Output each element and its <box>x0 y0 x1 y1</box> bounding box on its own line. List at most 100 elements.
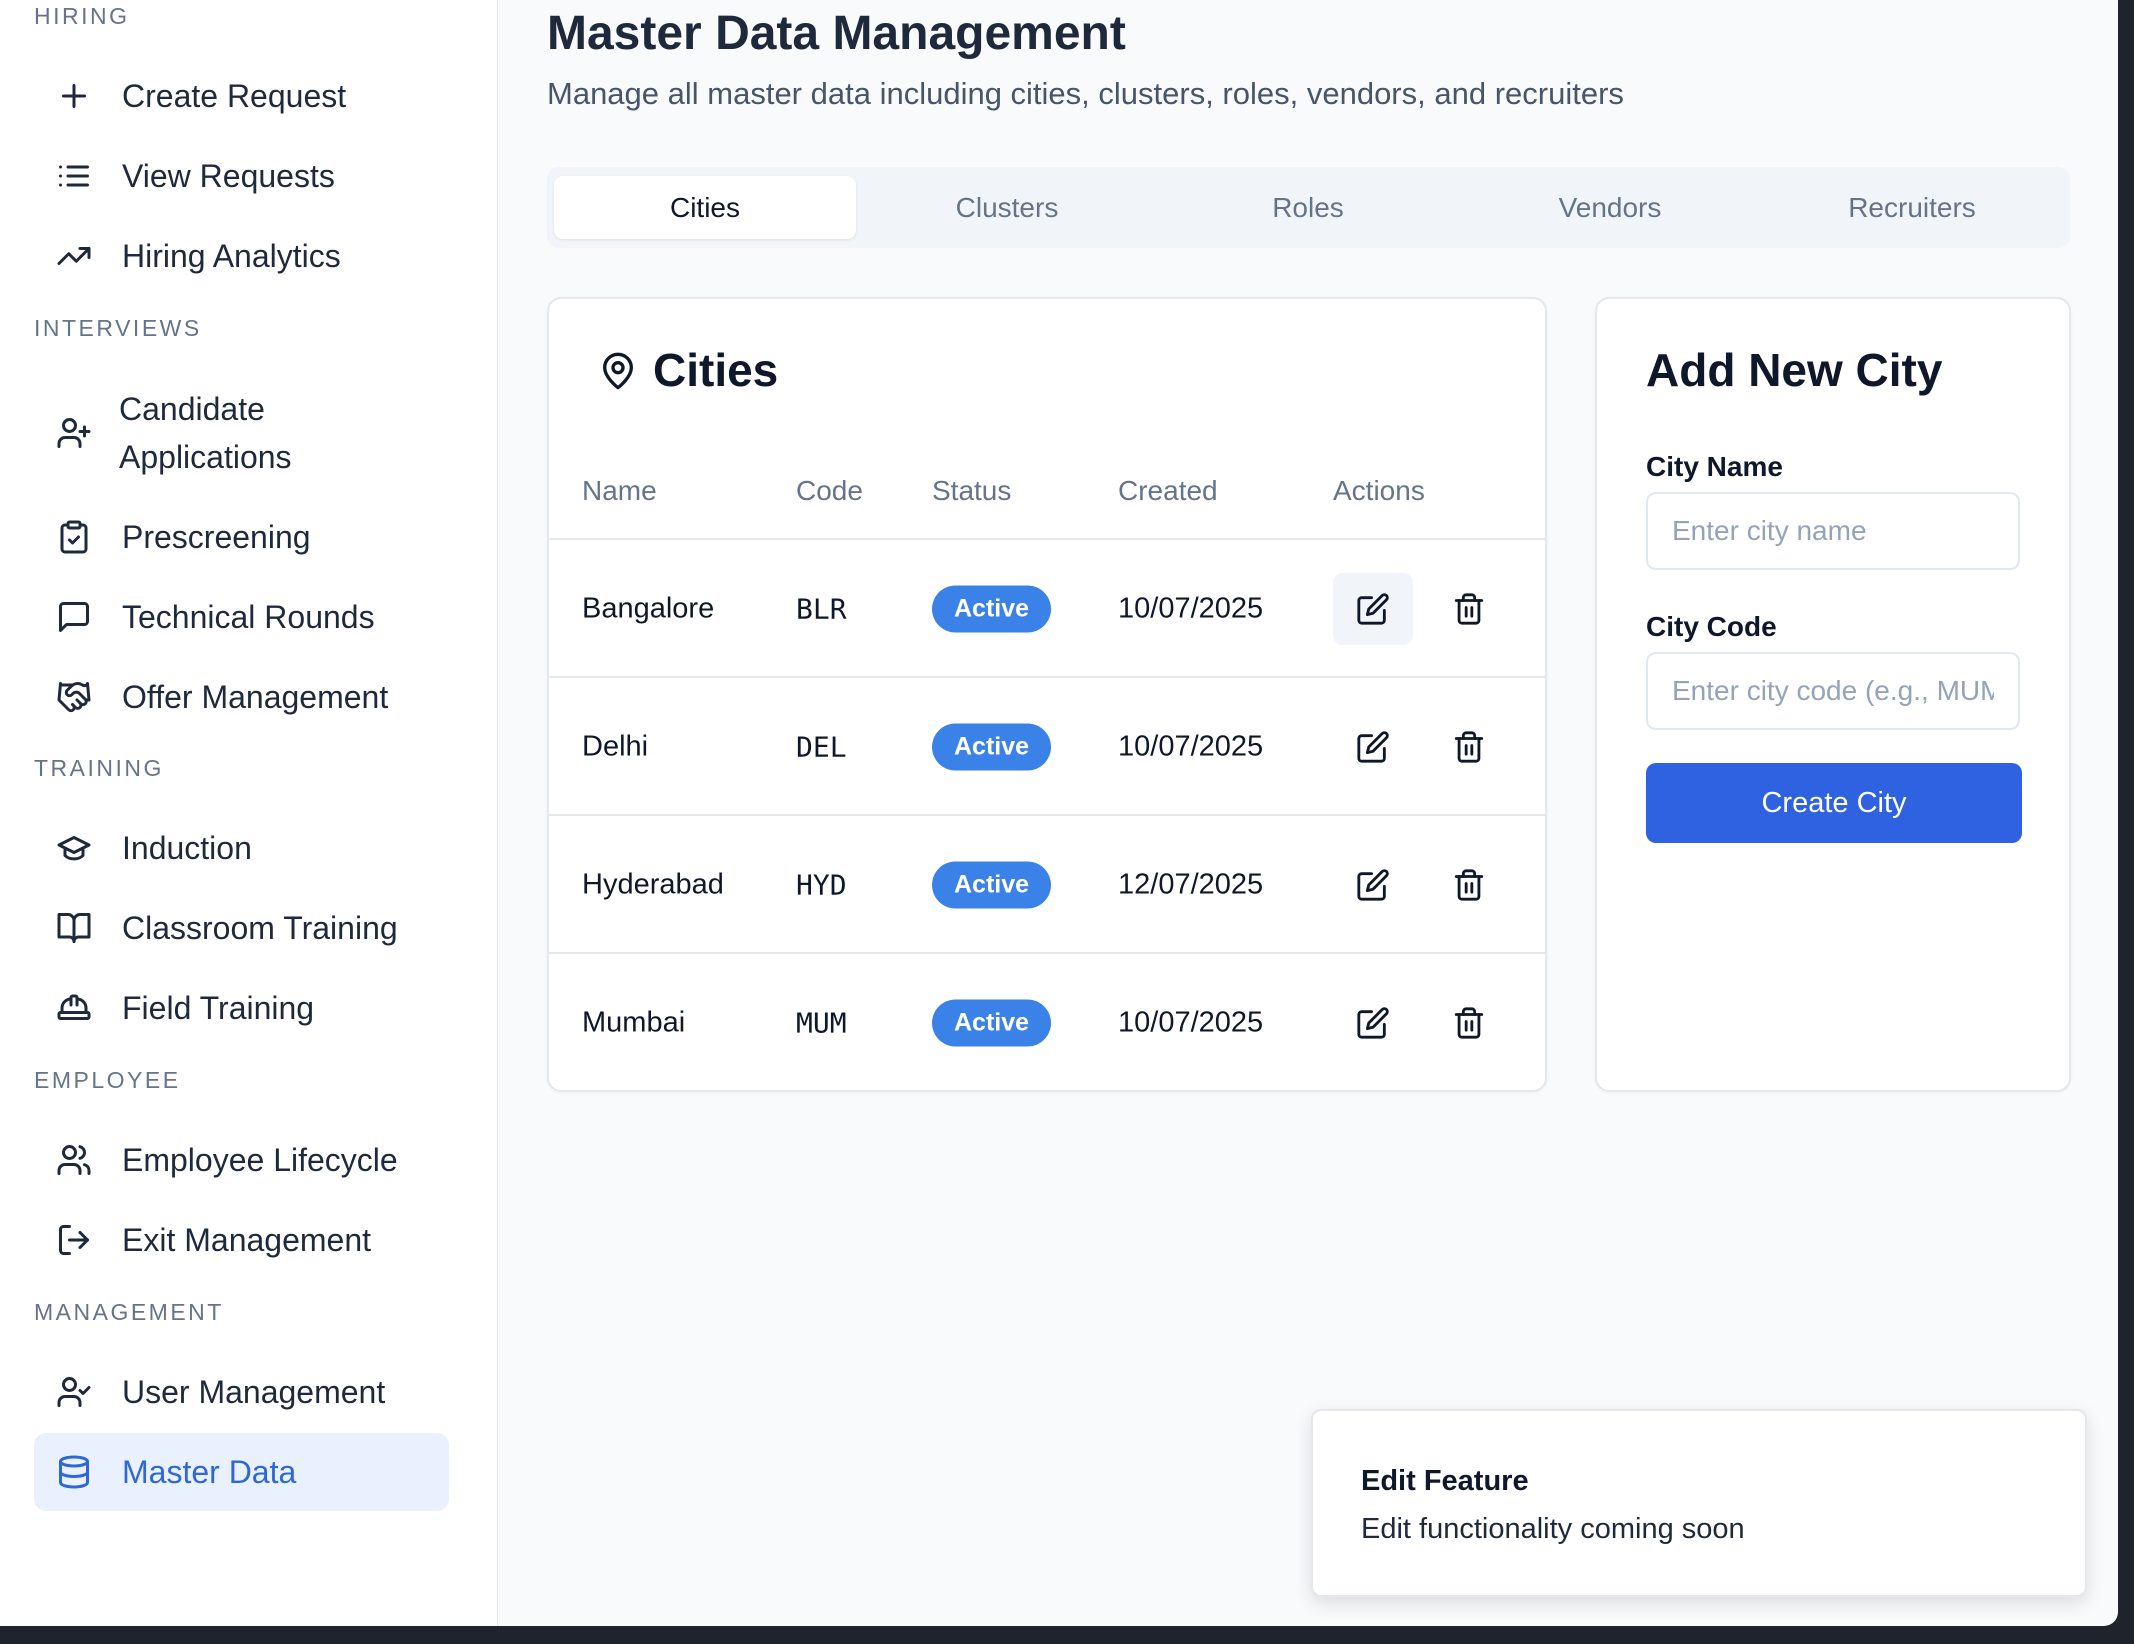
hard-hat-icon <box>56 990 92 1026</box>
sidebar-item-induction[interactable]: Induction <box>34 809 449 887</box>
status-badge: Active <box>932 585 1052 633</box>
city-name: Mumbai <box>582 1006 686 1039</box>
section-title-hiring: HIRING <box>34 3 130 29</box>
trending-up-icon <box>56 238 92 274</box>
edit-icon <box>1357 593 1389 625</box>
handshake-icon <box>56 679 92 715</box>
status-badge: Active <box>932 861 1052 909</box>
edit-button[interactable] <box>1333 987 1413 1059</box>
city-name-input[interactable] <box>1646 492 2020 570</box>
sidebar: HIRING Create Request View Requests Hiri… <box>0 0 498 1626</box>
tab-recruiters[interactable]: Recruiters <box>1761 176 2063 239</box>
users-icon <box>56 1142 92 1178</box>
cities-card: Cities Name Code Status Created Actions … <box>547 297 1547 1092</box>
sidebar-item-label: Offer Management <box>122 679 389 715</box>
sidebar-item-hiring-analytics[interactable]: Hiring Analytics <box>34 217 449 295</box>
sidebar-item-label: Prescreening <box>122 519 311 555</box>
delete-button[interactable] <box>1429 573 1509 645</box>
sidebar-item-label: User Management <box>122 1374 386 1410</box>
database-icon <box>56 1454 92 1490</box>
column-header-code: Code <box>796 475 863 506</box>
sidebar-item-employee-lifecycle[interactable]: Employee Lifecycle <box>34 1121 449 1199</box>
tab-clusters[interactable]: Clusters <box>856 176 1158 239</box>
sidebar-item-candidate-applications[interactable]: Candidate Applications <box>34 378 449 488</box>
list-icon <box>56 158 92 194</box>
edit-icon <box>1357 1007 1389 1039</box>
edit-icon <box>1357 869 1389 901</box>
sidebar-item-create-request[interactable]: Create Request <box>34 57 449 135</box>
trash-icon <box>1454 593 1484 625</box>
book-open-icon <box>56 910 92 946</box>
tab-roles[interactable]: Roles <box>1157 176 1459 239</box>
column-header-name: Name <box>582 475 657 506</box>
city-code-input[interactable] <box>1646 652 2020 730</box>
city-code: HYD <box>796 868 847 902</box>
create-city-button[interactable]: Create City <box>1646 763 2022 843</box>
sidebar-item-view-requests[interactable]: View Requests <box>34 137 449 215</box>
city-code: DEL <box>796 730 847 764</box>
status-badge: Active <box>932 723 1052 771</box>
created-date: 10/07/2025 <box>1118 730 1264 763</box>
city-name: Bangalore <box>582 592 715 625</box>
sidebar-item-label: Induction <box>122 830 252 866</box>
sidebar-item-field-training[interactable]: Field Training <box>34 969 449 1047</box>
sidebar-item-label: Classroom Training <box>122 910 398 946</box>
sidebar-item-label: Hiring Analytics <box>122 238 341 274</box>
trash-icon <box>1454 731 1484 763</box>
sidebar-item-master-data[interactable]: Master Data <box>34 1433 449 1511</box>
city-name: Delhi <box>582 730 649 763</box>
map-pin-icon <box>598 351 638 391</box>
delete-button[interactable] <box>1429 711 1509 783</box>
column-header-status: Status <box>932 475 1012 506</box>
sidebar-item-prescreening[interactable]: Prescreening <box>34 498 449 576</box>
add-city-card: Add New City City Name City Code Create … <box>1595 297 2071 1092</box>
table-row: Mumbai MUM Active 10/07/2025 <box>549 952 1545 1092</box>
tab-cities[interactable]: Cities <box>554 176 856 239</box>
log-out-icon <box>56 1222 92 1258</box>
section-title-management: MANAGEMENT <box>34 1299 224 1325</box>
sidebar-item-label: Exit Management <box>122 1222 372 1258</box>
sidebar-item-label: Employee Lifecycle <box>122 1142 398 1178</box>
column-header-actions: Actions <box>1333 475 1425 506</box>
sidebar-item-offer-management[interactable]: Offer Management <box>34 658 449 736</box>
master-data-tabs: Cities Clusters Roles Vendors Recruiters <box>547 167 2070 248</box>
trash-icon <box>1454 1007 1484 1039</box>
city-code: BLR <box>796 592 847 626</box>
sidebar-item-exit-management[interactable]: Exit Management <box>34 1201 449 1279</box>
section-title-training: TRAINING <box>34 755 164 781</box>
sidebar-item-technical-rounds[interactable]: Technical Rounds <box>34 578 449 656</box>
delete-button[interactable] <box>1429 987 1509 1059</box>
city-code: MUM <box>796 1006 847 1040</box>
edit-button[interactable] <box>1333 849 1413 921</box>
clipboard-check-icon <box>56 519 92 555</box>
sidebar-item-label: Field Training <box>122 990 315 1026</box>
sidebar-item-classroom-training[interactable]: Classroom Training <box>34 889 449 967</box>
sidebar-item-label: Technical Rounds <box>122 599 375 635</box>
sidebar-item-user-management[interactable]: User Management <box>34 1353 449 1431</box>
page-title: Master Data Management <box>547 7 1126 60</box>
delete-button[interactable] <box>1429 849 1509 921</box>
city-name: Hyderabad <box>582 868 724 901</box>
edit-icon <box>1357 731 1389 763</box>
message-square-icon <box>56 599 92 635</box>
created-date: 12/07/2025 <box>1118 868 1264 901</box>
sidebar-item-label: Candidate Applications <box>119 391 292 475</box>
graduation-cap-icon <box>56 830 92 866</box>
created-date: 10/07/2025 <box>1118 592 1264 625</box>
status-badge: Active <box>932 999 1052 1047</box>
tab-vendors[interactable]: Vendors <box>1459 176 1761 239</box>
toast-description: Edit functionality coming soon <box>1361 1513 1745 1545</box>
toast-notification: Edit Feature Edit functionality coming s… <box>1311 1409 2087 1597</box>
table-row: Delhi DEL Active 10/07/2025 <box>549 676 1545 816</box>
section-title-interviews: INTERVIEWS <box>34 315 202 341</box>
user-check-icon <box>56 1374 92 1410</box>
add-city-title: Add New City <box>1646 344 1943 396</box>
edit-button[interactable] <box>1333 573 1413 645</box>
trash-icon <box>1454 869 1484 901</box>
edit-button[interactable] <box>1333 711 1413 783</box>
created-date: 10/07/2025 <box>1118 1006 1264 1039</box>
sidebar-item-label: Create Request <box>122 78 347 114</box>
user-plus-icon <box>56 415 92 451</box>
city-code-label: City Code <box>1646 611 1777 642</box>
toast-title: Edit Feature <box>1361 1465 1529 1497</box>
